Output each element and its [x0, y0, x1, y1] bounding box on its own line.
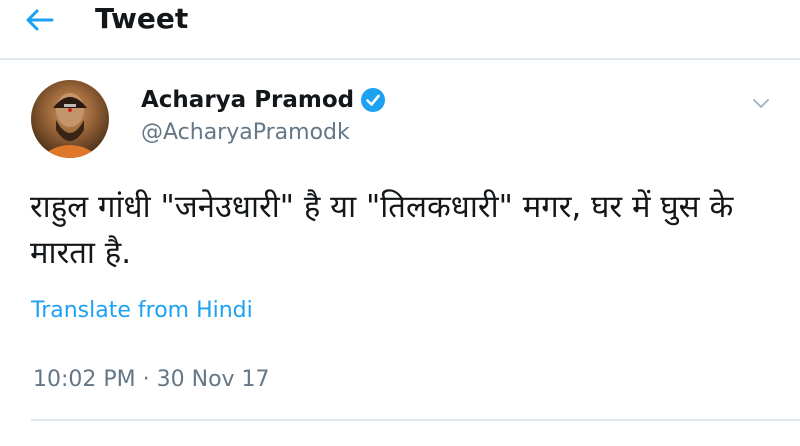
translate-link[interactable]: Translate from Hindi — [31, 298, 253, 323]
chevron-down-icon[interactable] — [751, 96, 771, 110]
avatar-portrait-icon — [39, 93, 101, 158]
tweet-text: राहुल गांधी "जनेउधारी" है या "तिलकधारी" … — [30, 189, 734, 271]
back-arrow-icon[interactable] — [22, 6, 56, 34]
page-title: Tweet — [95, 2, 189, 35]
author-handle[interactable]: @AcharyaPramodk — [141, 120, 350, 145]
app-header: Tweet — [0, 0, 800, 40]
stats-divider — [31, 419, 800, 421]
header-divider — [0, 58, 800, 60]
author-row: Acharya Pramod — [141, 84, 386, 116]
author-name[interactable]: Acharya Pramod — [141, 87, 354, 113]
verified-badge-icon — [361, 88, 386, 112]
avatar[interactable] — [31, 80, 109, 158]
tweet-timestamp: 10:02 PM · 30 Nov 17 — [33, 367, 270, 392]
